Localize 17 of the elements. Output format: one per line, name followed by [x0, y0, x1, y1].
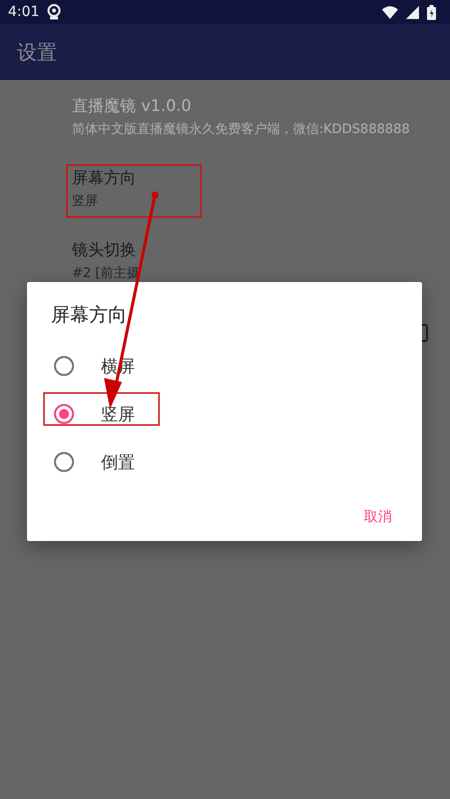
preference-title[interactable]: 屏幕方向: [72, 168, 450, 189]
notification-icon: [47, 4, 62, 20]
cancel-button[interactable]: 取消: [362, 504, 394, 530]
wifi-icon: [382, 6, 398, 18]
radio-button[interactable]: [53, 451, 75, 473]
preference-title[interactable]: 镜头切换: [72, 240, 450, 261]
preference-summary: 竖屏: [72, 193, 99, 210]
radio-button[interactable]: [53, 355, 75, 377]
dialog-title: 屏幕方向: [51, 303, 127, 328]
radio-button[interactable]: [53, 403, 75, 425]
signal-icon: [406, 6, 419, 18]
option-label[interactable]: 竖屏: [101, 402, 135, 426]
status-time: 4:01: [8, 4, 40, 20]
battery-icon: [427, 4, 436, 20]
preference-summary: 简体中文版直播魔镜永久免费客户端，微信:KDDS888888: [72, 121, 411, 138]
option-label[interactable]: 倒置: [101, 450, 135, 474]
app-bar-title: 设置: [17, 38, 57, 66]
